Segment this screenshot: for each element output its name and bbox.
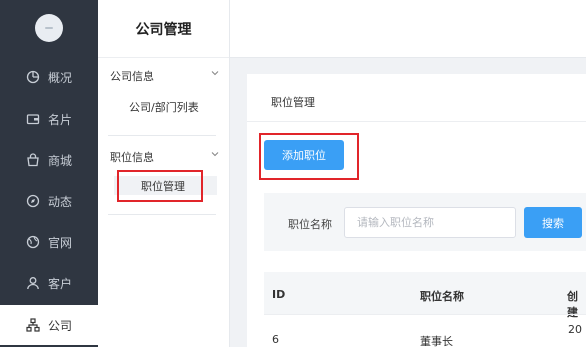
sidebar-item-customers[interactable]: 客户 [0,263,98,303]
highlight-box [117,170,203,202]
top-bar [230,0,586,58]
chevron-down-icon [210,68,220,81]
column-header-id: ID [272,288,286,301]
sidebar-item-mall[interactable]: 商城 [0,140,98,180]
group-label: 职位信息 [110,151,154,164]
chevron-down-icon [210,149,220,162]
position-name-input[interactable] [344,207,516,238]
group-position-info[interactable]: 职位信息 [110,149,220,165]
divider [108,135,216,136]
divider [108,214,216,215]
sidebar-item-feed[interactable]: 动态 [0,181,98,221]
sidebar-item-overview[interactable]: 概况 [0,57,98,97]
compass-icon [26,194,40,208]
main-sidebar: 概况 名片 商城 动态 官网 客户 公司 [0,0,98,347]
cell-id: 6 [272,333,279,346]
sidebar-item-label: 动态 [48,194,73,209]
column-header-created: 创建 [567,290,578,319]
card-header: 职位管理 [247,74,586,122]
shopping-bag-icon [26,153,40,167]
sidebar-item-label: 概况 [48,70,73,85]
org-chart-icon [26,318,40,332]
position-name-label: 职位名称 [288,218,332,231]
sidebar-item-label: 公司 [48,318,73,333]
group-label: 公司信息 [110,70,154,83]
group-company-info[interactable]: 公司信息 [110,68,220,84]
page-title: 职位管理 [271,96,315,109]
sidebar-item-label: 客户 [48,276,73,291]
wallet-icon [26,112,40,126]
search-button[interactable]: 搜索 [524,207,582,238]
section-title: 公司管理 [98,0,229,58]
user-icon [26,276,40,290]
sidebar-item-website[interactable]: 官网 [0,222,98,262]
sidebar-item-label: 商城 [48,153,73,168]
pie-chart-icon [26,70,40,84]
logo-avatar[interactable] [35,14,63,42]
highlight-box [259,133,359,180]
row-divider [264,314,586,315]
globe-icon [26,235,40,249]
app-root: 概况 名片 商城 动态 官网 客户 公司 公司管理 公司信息 公司/部门列表 职… [0,0,586,347]
cell-created: 20 [568,323,582,336]
sidebar-item-label: 官网 [48,235,73,250]
subnav-item-department-list[interactable]: 公司/部门列表 [129,99,199,115]
sidebar-item-cards[interactable]: 名片 [0,99,98,139]
column-header-position-name: 职位名称 [420,290,464,303]
sidebar-item-label: 名片 [48,112,73,127]
sidebar-item-company[interactable]: 公司 [0,305,98,345]
cell-position-name: 董事长 [420,335,453,347]
